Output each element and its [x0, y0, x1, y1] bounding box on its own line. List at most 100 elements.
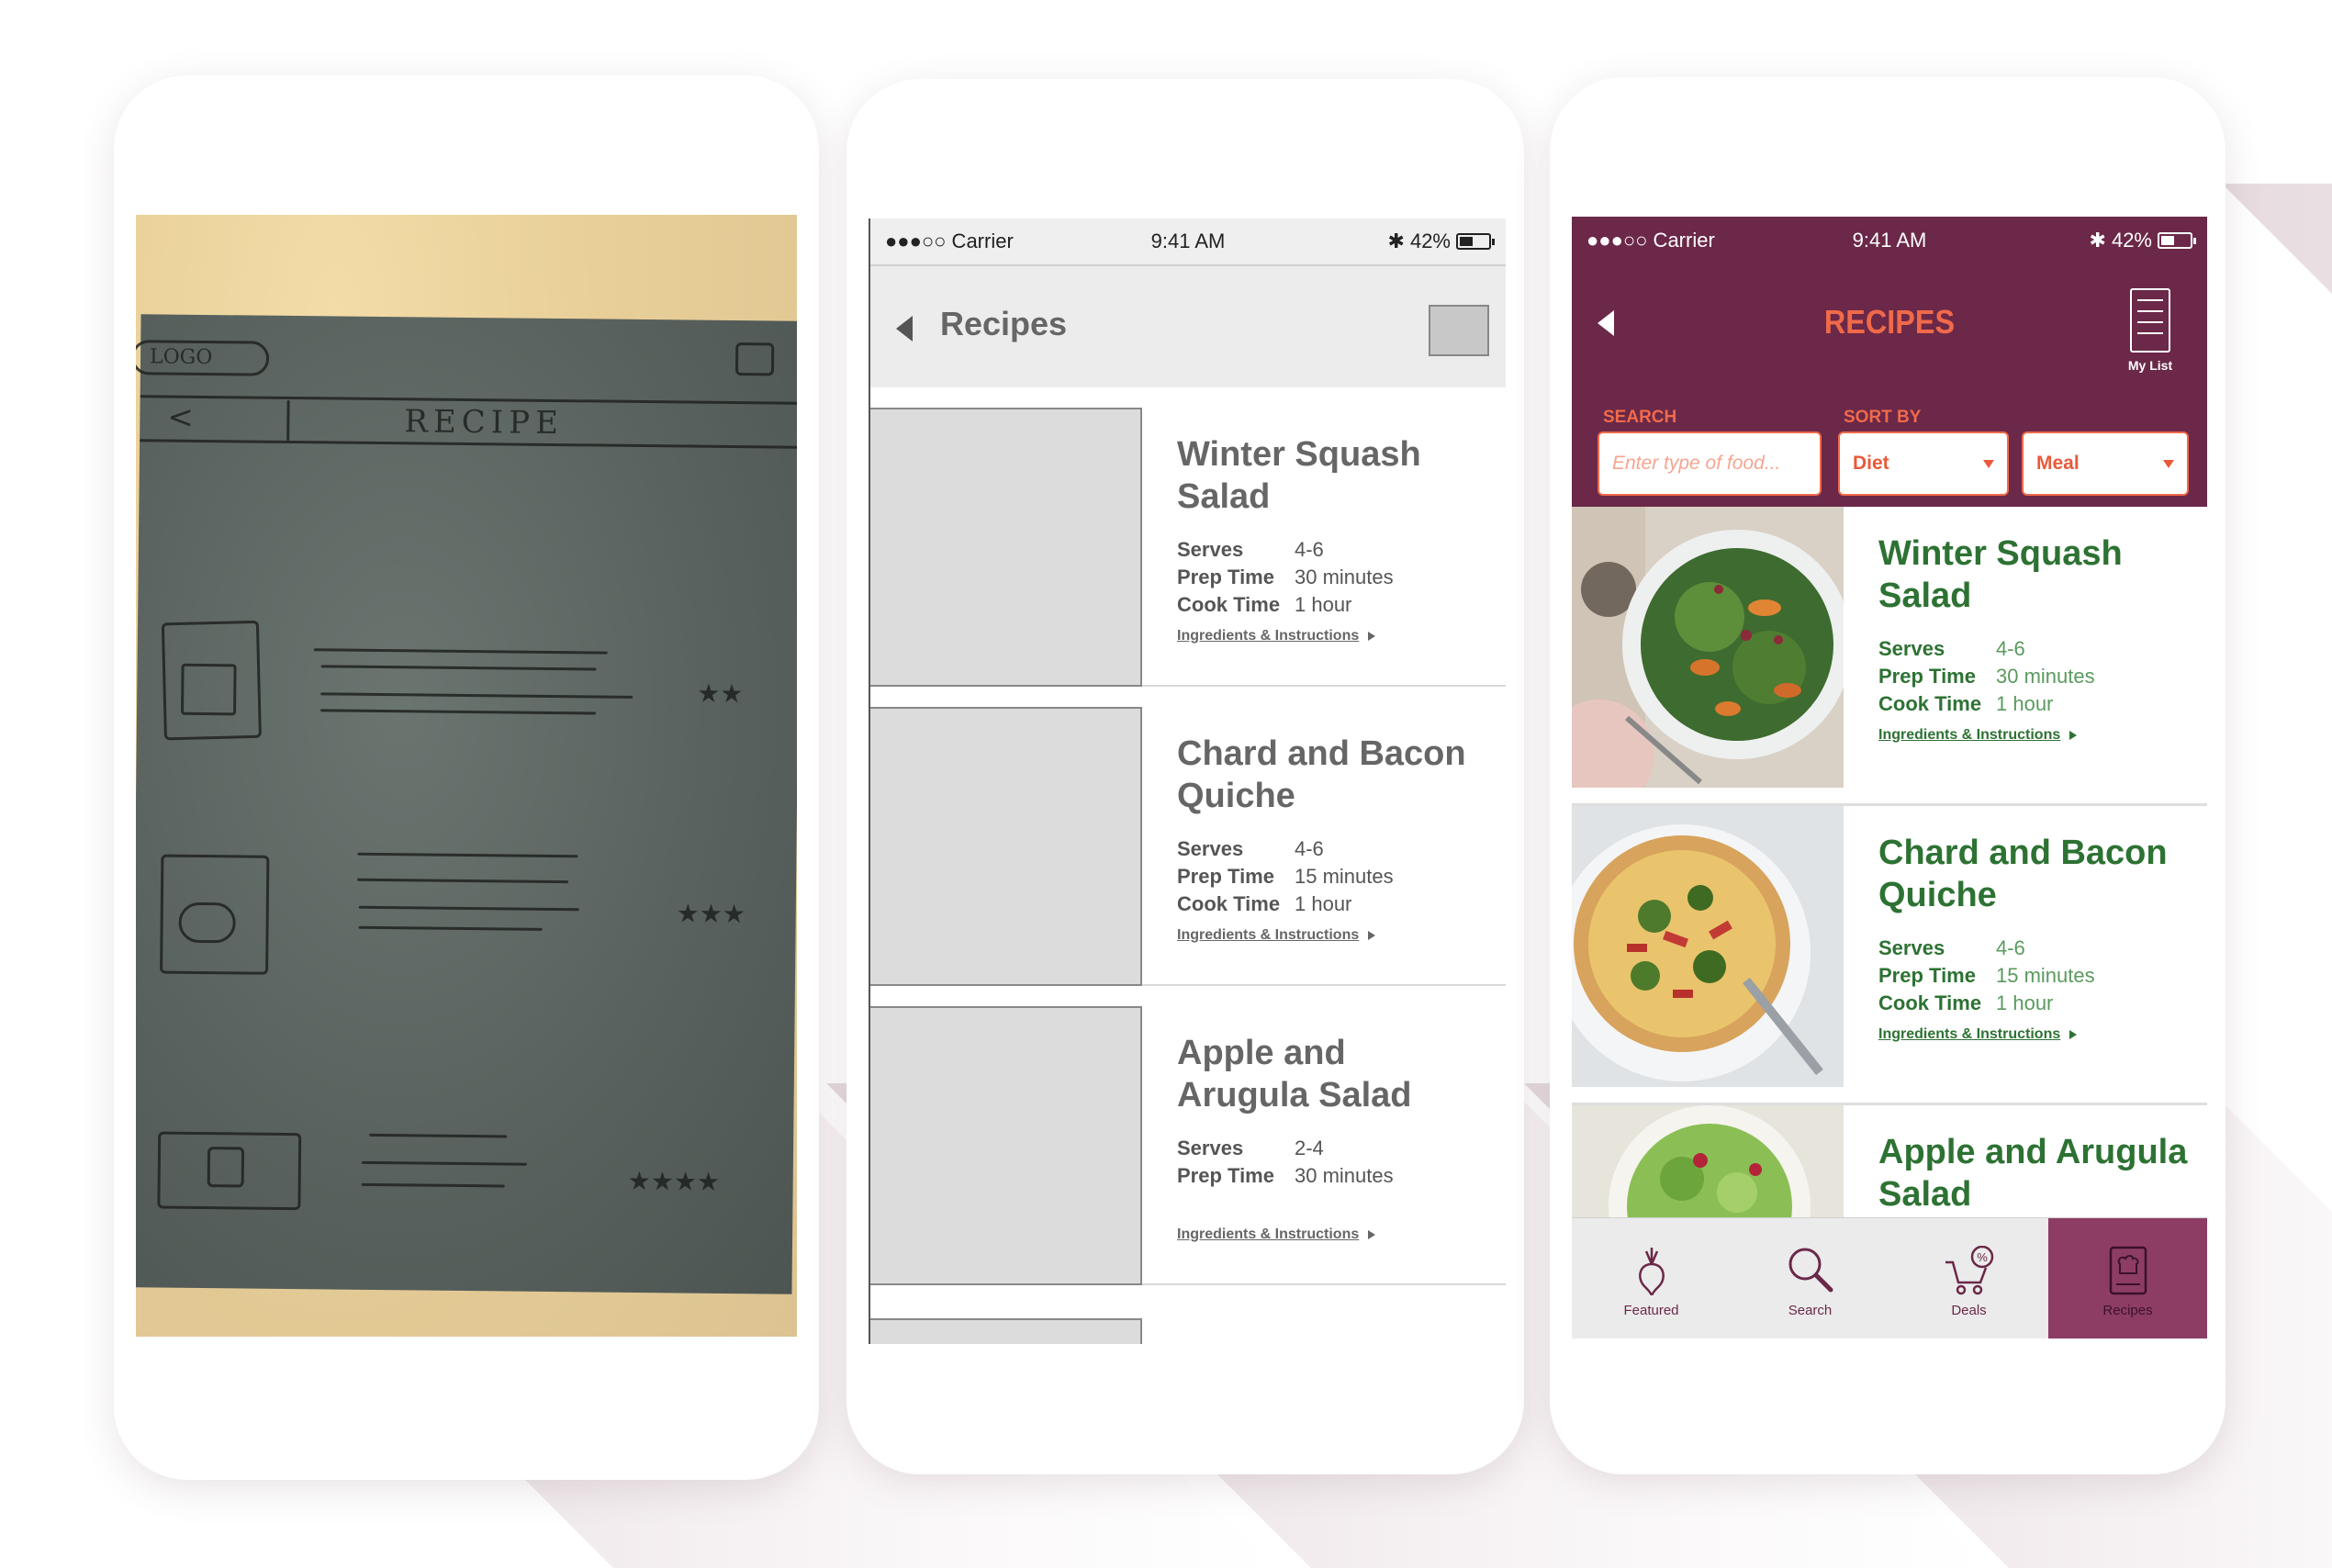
- recipe-row[interactable]: Winter Squash Salad Serves 4-6 Prep Time 3…: [1572, 507, 2207, 806]
- recipe-details: Serves 4-6 Prep Time 30 minutes Cook Time 1…: [1878, 635, 2095, 718]
- recipe-name: Apple and Arugula Salad: [1177, 1034, 1412, 1114]
- sketch-title: RECIPE: [404, 403, 565, 442]
- serves-label: Serves: [1177, 538, 1244, 561]
- sketch-rating: ★★: [697, 678, 744, 710]
- ingredients-link[interactable]: Ingredients & Instructions: [1177, 927, 1376, 944]
- arrow-right-icon: [1368, 1229, 1376, 1239]
- recipe-name: Chard and Bacon Quiche: [1878, 834, 2168, 914]
- tab-label: Recipes: [2102, 1303, 2153, 1318]
- recipe-row[interactable]: Winter Squash Salad Serves 4-6 Prep Time 3…: [870, 387, 1506, 687]
- final-screen: ●●●○○ Carrier 9:41 AM ✱ 42% RECIPES My Li…: [1572, 217, 2207, 1338]
- sketch-card: LOGO < RECIPE ★★ ★★★ ★★★★: [114, 75, 819, 1480]
- prep-value: 30 minutes: [1295, 1164, 1394, 1187]
- sketch-photo: LOGO < RECIPE ★★ ★★★ ★★★★: [136, 215, 797, 1337]
- sketch-line: [320, 665, 597, 671]
- tab-label: Featured: [1623, 1303, 1679, 1318]
- arrow-right-icon: [2069, 1029, 2078, 1039]
- sketch-line: [320, 692, 633, 699]
- image-placeholder: [870, 408, 1142, 687]
- card-shadow: [2222, 184, 2332, 1102]
- sketch-line: [361, 1182, 505, 1188]
- wireframe-card: ●●●○○ Carrier 9:41 AM ✱ 42% Recipes Winte…: [846, 79, 1524, 1474]
- tab-label: Search: [1788, 1303, 1833, 1318]
- prep-value: 15 minutes: [1996, 964, 2095, 987]
- sketch-line: [358, 925, 543, 931]
- list-icon: [2130, 288, 2170, 353]
- serves-value: 2-4: [1295, 1137, 1324, 1159]
- ingredients-link[interactable]: Ingredients & Instructions: [1878, 1026, 2078, 1043]
- chard-bacon-quiche-photo: [1572, 806, 1844, 1087]
- final-design-card: ●●●○○ Carrier 9:41 AM ✱ 42% RECIPES My Li…: [1550, 77, 2225, 1474]
- image-placeholder: [870, 707, 1142, 986]
- ingredients-link[interactable]: Ingredients & Instructions: [1878, 727, 2078, 744]
- battery-icon: [2158, 232, 2196, 249]
- magnifier-icon: [1788, 1248, 1833, 1293]
- serves-label: Serves: [1878, 936, 1945, 959]
- nav-bar: RECIPES My List: [1572, 264, 2207, 386]
- diet-value: Diet: [1853, 453, 1889, 474]
- diet-select[interactable]: Diet: [1838, 431, 2009, 496]
- prep-label: Prep Time: [1177, 1164, 1274, 1187]
- sketch-thumb: [207, 1147, 245, 1188]
- cart-percent-icon: %: [1945, 1246, 1993, 1295]
- status-bar: ●●●○○ Carrier 9:41 AM ✱ 42%: [870, 218, 1506, 266]
- image-placeholder: [870, 1318, 1142, 1344]
- tab-bar: Featured Search % Deals Recipes: [1572, 1217, 2207, 1338]
- cook-label: Cook Time: [1177, 593, 1281, 616]
- back-icon[interactable]: [896, 316, 913, 342]
- serves-label: Serves: [1177, 1137, 1244, 1159]
- winter-squash-salad-photo: [1572, 507, 1844, 788]
- sketch-back-icon: <: [167, 398, 195, 436]
- cook-label: Cook Time: [1177, 892, 1281, 915]
- arrow-right-icon: [1368, 930, 1376, 940]
- sketch-logo: LOGO: [149, 345, 213, 370]
- cook-value: 1 hour: [1996, 692, 2054, 715]
- cook-value: 1 hour: [1295, 593, 1352, 616]
- serves-value: 4-6: [1295, 837, 1324, 860]
- sketch-paper: LOGO < RECIPE ★★ ★★★ ★★★★: [136, 314, 797, 1294]
- recipe-name: Winter Squash Salad: [1878, 534, 2123, 615]
- recipe-book-icon: [2109, 1246, 2147, 1295]
- search-input[interactable]: Enter type of food...: [1598, 431, 1822, 496]
- sketch-line: [357, 852, 578, 858]
- serves-value: 4-6: [1295, 538, 1324, 561]
- ingredients-link[interactable]: Ingredients & Instructions: [1177, 1226, 1376, 1243]
- recipe-details: Serves 4-6 Prep Time 15 minutes Cook Time 1…: [1177, 835, 1394, 918]
- prep-label: Prep Time: [1177, 865, 1274, 888]
- sketch-thumb: [181, 663, 237, 716]
- svg-text:%: %: [1977, 1250, 1988, 1264]
- prep-value: 15 minutes: [1295, 865, 1394, 888]
- image-placeholder: [870, 1006, 1142, 1285]
- my-list-button[interactable]: My List: [2123, 288, 2178, 373]
- my-list-label: My List: [2127, 358, 2173, 373]
- recipe-details: Serves 4-6 Prep Time 30 minutes Cook Time 1…: [1177, 536, 1394, 619]
- sketch-line: [320, 709, 597, 715]
- dropdown-arrow-icon: [2163, 459, 2174, 468]
- ingredients-link[interactable]: Ingredients & Instructions: [1177, 628, 1376, 644]
- clock: 9:41 AM: [1150, 230, 1226, 252]
- recipe-row[interactable]: Apple and Arugula Salad Serves 2-4 Prep T…: [870, 986, 1506, 1285]
- battery-icon: [1456, 233, 1495, 250]
- wireframe-screen: ●●●○○ Carrier 9:41 AM ✱ 42% Recipes Winte…: [869, 218, 1506, 1344]
- tab-featured[interactable]: Featured: [1572, 1218, 1731, 1338]
- recipe-row-partial[interactable]: [870, 1285, 1506, 1344]
- tab-deals[interactable]: % Deals: [1889, 1218, 2048, 1338]
- recipe-row[interactable]: Chard and Bacon Quiche Serves 4-6 Prep Ti…: [870, 687, 1506, 986]
- sketch-line: [313, 648, 608, 655]
- recipe-row[interactable]: Chard and Bacon Quiche Serves 4-6 Prep Ti…: [1572, 806, 2207, 1105]
- list-button-placeholder[interactable]: [1429, 305, 1489, 356]
- tab-search[interactable]: Search: [1731, 1218, 1889, 1338]
- prep-value: 30 minutes: [1295, 566, 1394, 588]
- dropdown-arrow-icon: [1983, 459, 1994, 468]
- cook-value: 1 hour: [1996, 991, 2054, 1014]
- ingredients-link-label: Ingredients & Instructions: [1177, 628, 1360, 644]
- arrow-right-icon: [1368, 631, 1376, 641]
- beet-icon: [1638, 1248, 1665, 1295]
- clock: 9:41 AM: [1852, 229, 1927, 252]
- sketch-line: [361, 1160, 527, 1166]
- serves-label: Serves: [1177, 837, 1244, 860]
- tab-recipes[interactable]: Recipes: [2048, 1218, 2207, 1338]
- meal-select[interactable]: Meal: [2022, 431, 2189, 496]
- sort-label: SORT BY: [1844, 408, 1922, 427]
- arrow-right-icon: [2069, 730, 2078, 740]
